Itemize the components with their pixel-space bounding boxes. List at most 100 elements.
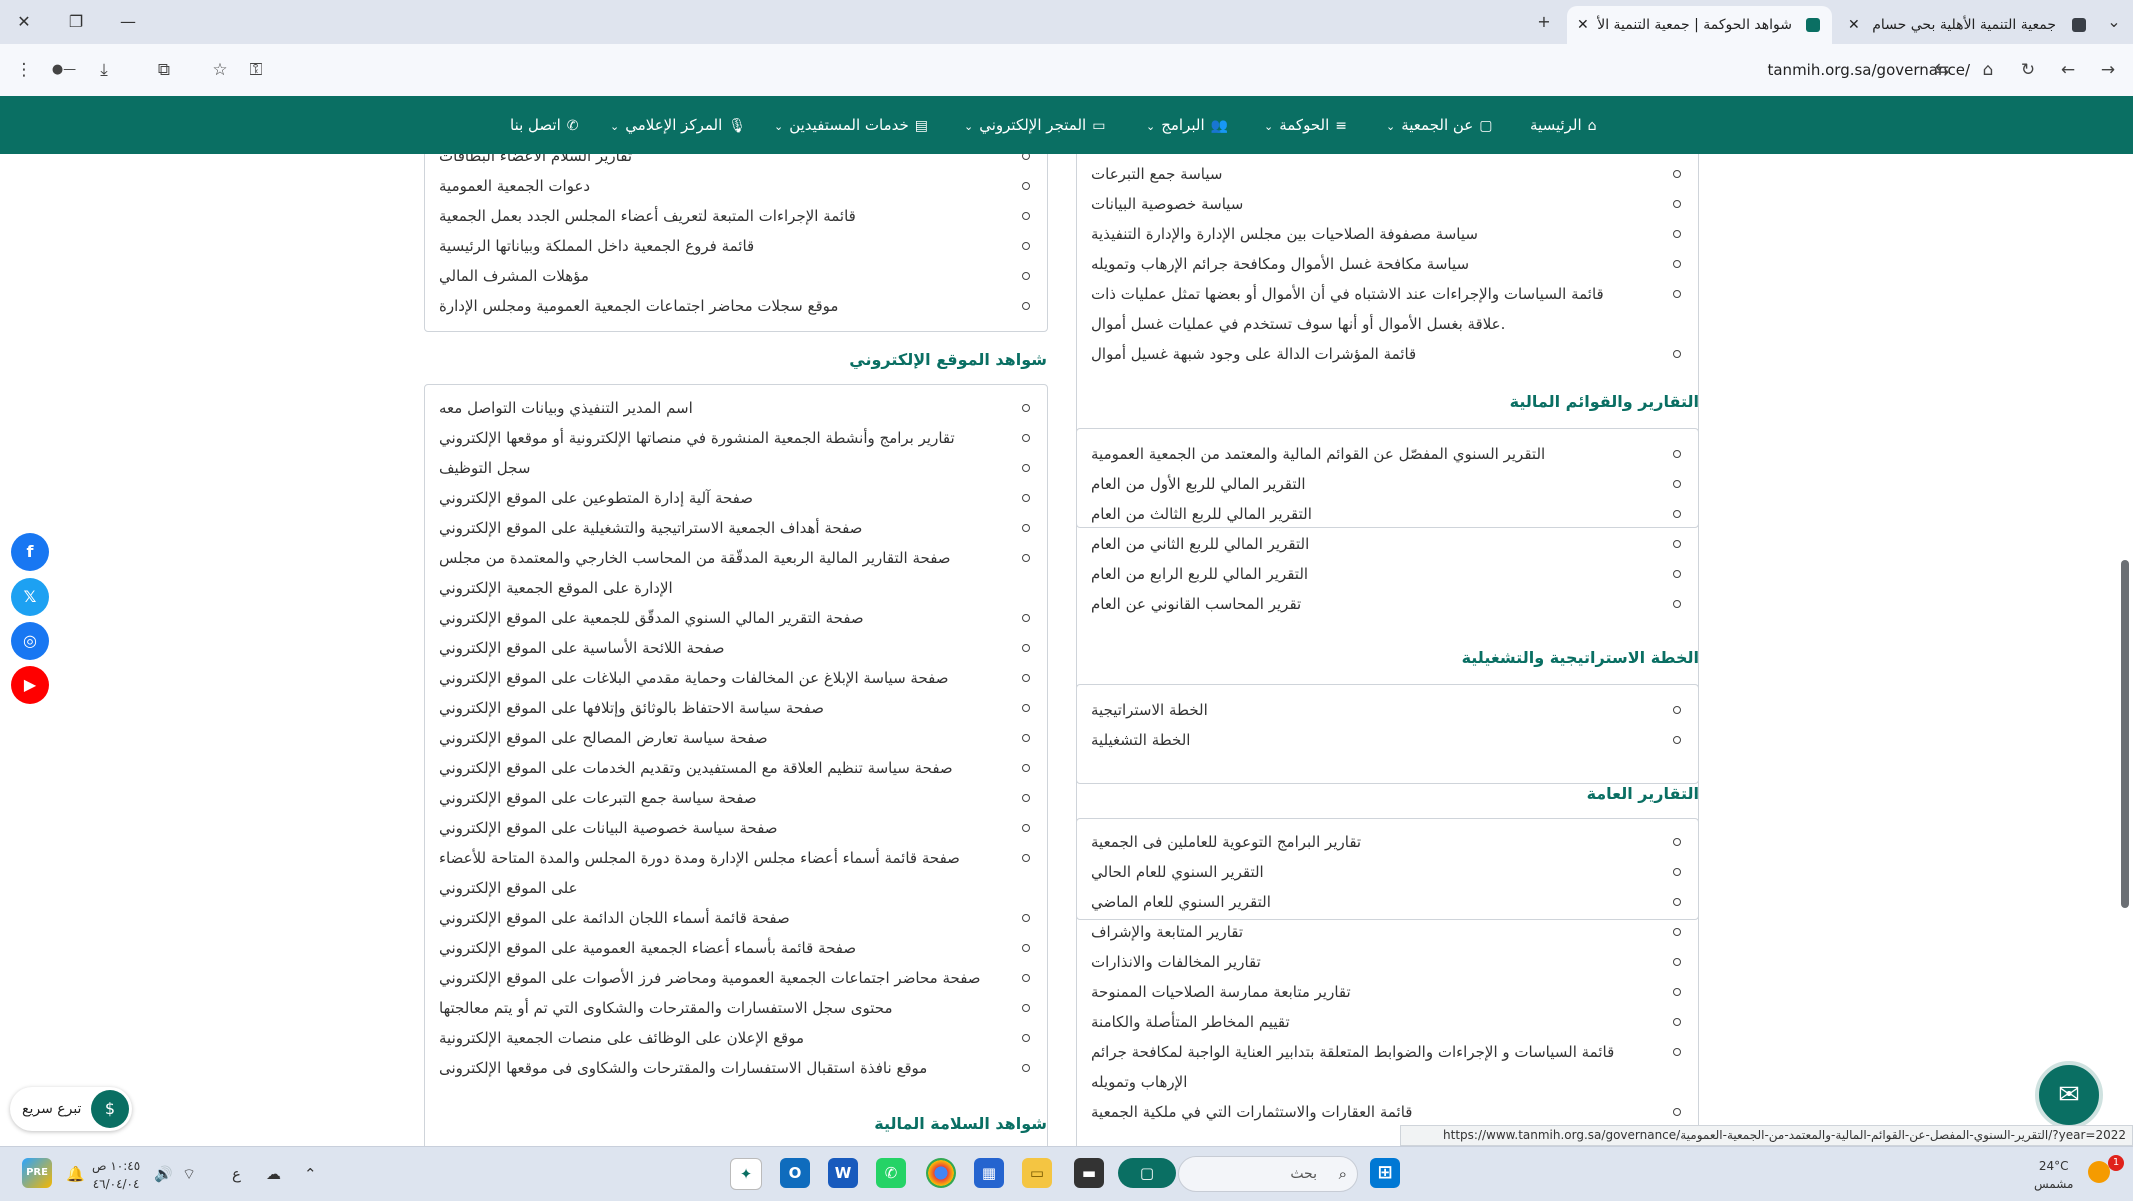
store-icon[interactable]: ▦ bbox=[974, 1158, 1004, 1188]
nav-home[interactable]: ⌂الرئيسية bbox=[1530, 96, 1597, 154]
menu-dots-icon[interactable]: ⋮ bbox=[8, 54, 40, 86]
list-item[interactable]: صفحة سياسة تنظيم العلاقة مع المستفيدين و… bbox=[425, 753, 1047, 783]
wifi-icon[interactable]: ⌔ bbox=[182, 1147, 196, 1201]
list-item-continuation[interactable]: علاقة بغسل الأموال أو أنها سوف تستخدم في… bbox=[1077, 309, 1698, 339]
list-item[interactable]: تقارير السلام الأعضاء البطاقات bbox=[425, 154, 1047, 171]
list-item[interactable]: تقرير المحاسب القانوني عن العام bbox=[1077, 589, 1698, 619]
nav-contact[interactable]: ✆اتصل بنا bbox=[510, 96, 578, 154]
list-item[interactable]: صفحة سياسة خصوصية البيانات على الموقع ال… bbox=[425, 813, 1047, 843]
list-item[interactable]: قائمة السياسات والإجراءات عند الاشتباه ف… bbox=[1077, 279, 1698, 309]
nav-about[interactable]: ▢عن الجمعية⌄ bbox=[1386, 96, 1493, 154]
instagram-icon[interactable]: ◎ bbox=[11, 622, 49, 660]
list-item[interactable]: التقرير المالي للربع الثاني من العام bbox=[1077, 529, 1698, 559]
tab-association[interactable]: ✕ جمعية التنمية الأهلية بحي حسام bbox=[1840, 6, 2100, 44]
close-tab-icon[interactable]: ✕ bbox=[1577, 6, 1589, 44]
list-item[interactable]: سياسة جمع التبرعات bbox=[1077, 159, 1698, 189]
list-item[interactable]: سياسة مصفوفة الصلاحيات بين مجلس الإدارة … bbox=[1077, 219, 1698, 249]
list-item[interactable]: صفحة أهداف الجمعية الاستراتيجية والتشغيل… bbox=[425, 513, 1047, 543]
list-item[interactable]: تقارير برامج وأنشطة الجمعية المنشورة في … bbox=[425, 423, 1047, 453]
chat-envelope-icon[interactable]: ✉ bbox=[2035, 1061, 2103, 1129]
list-item[interactable]: تقارير متابعة ممارسة الصلاحيات الممنوحة bbox=[1077, 977, 1698, 1007]
language-indicator[interactable]: ع bbox=[232, 1147, 241, 1201]
list-item[interactable]: الخطة الاستراتيجية bbox=[1077, 695, 1698, 725]
weather-widget[interactable]: 24°C مشمس bbox=[2034, 1157, 2073, 1193]
list-item[interactable]: التقرير المالي للربع الرابع من العام bbox=[1077, 559, 1698, 589]
list-item[interactable]: صفحة قائمة بأسماء أعضاء الجمعية العمومية… bbox=[425, 933, 1047, 963]
clock[interactable]: ١٠:٤٥ ص ٤٦/٠٤/٠٤ bbox=[92, 1157, 140, 1193]
list-item[interactable]: قائمة العقارات والاستثمارات التي في ملكي… bbox=[1077, 1097, 1698, 1127]
download-icon[interactable]: ⤓ bbox=[88, 54, 120, 86]
tab-search-icon[interactable]: ⌄ bbox=[2090, 0, 2133, 44]
file-explorer-icon[interactable]: ▭ bbox=[1022, 1158, 1052, 1188]
tray-chevron-up-icon[interactable]: ⌃ bbox=[304, 1147, 317, 1201]
list-item[interactable]: التقرير السنوي المفصّل عن القوائم المالي… bbox=[1077, 439, 1698, 469]
list-item[interactable]: صفحة التقارير المالية الربعية المدقّقة م… bbox=[425, 543, 1047, 573]
list-item[interactable]: التقرير المالي للربع الأول من العام bbox=[1077, 469, 1698, 499]
list-item-continuation[interactable]: على الموقع الإلكتروني bbox=[425, 873, 1047, 903]
close-tab-icon[interactable]: ✕ bbox=[1848, 6, 1860, 44]
list-item[interactable]: موقع سجلات محاضر اجتماعات الجمعية العموم… bbox=[425, 291, 1047, 321]
forward-icon[interactable]: → bbox=[2092, 54, 2124, 86]
tab-governance[interactable]: ✕ شواهد الحوكمة | جمعية التنمية الأ bbox=[1567, 6, 1832, 44]
list-item[interactable]: صفحة سياسة تعارض المصالح على الموقع الإل… bbox=[425, 723, 1047, 753]
list-item[interactable]: اسم المدير التنفيذي وبيانات التواصل معه bbox=[425, 393, 1047, 423]
list-item-continuation[interactable]: الإدارة على الموقع الجمعية الإلكتروني bbox=[425, 573, 1047, 603]
facebook-icon[interactable]: f bbox=[11, 533, 49, 571]
list-item[interactable]: التقرير السنوي للعام الماضي bbox=[1077, 887, 1698, 917]
x-twitter-icon[interactable]: 𝕏 bbox=[11, 578, 49, 616]
nav-programs[interactable]: 👥البرامج⌄ bbox=[1146, 96, 1228, 154]
list-item[interactable]: تقييم المخاطر المتأصلة والكامنة bbox=[1077, 1007, 1698, 1037]
list-item[interactable]: صفحة سياسة الإبلاغ عن المخالفات وحماية م… bbox=[425, 663, 1047, 693]
list-item[interactable]: صفحة سياسة الاحتفاظ بالوثائق وإتلافها عل… bbox=[425, 693, 1047, 723]
list-item[interactable]: سياسة مكافحة غسل الأموال ومكافحة جرائم ا… bbox=[1077, 249, 1698, 279]
back-icon[interactable]: ← bbox=[2052, 54, 2084, 86]
list-item[interactable]: تقارير المخالفات والانذارات bbox=[1077, 947, 1698, 977]
whatsapp-icon[interactable]: ✆ bbox=[876, 1158, 906, 1188]
active-app-icon[interactable]: ▢ bbox=[1118, 1158, 1176, 1188]
site-settings-icon[interactable]: ⇆ bbox=[1926, 54, 1958, 86]
close-window-icon[interactable]: ✕ bbox=[0, 0, 48, 44]
profile-icon[interactable]: ●— bbox=[48, 54, 80, 86]
list-item[interactable]: التقرير المالي للربع الثالث من العام bbox=[1077, 499, 1698, 529]
outlook-icon[interactable]: O bbox=[780, 1158, 810, 1188]
youtube-icon[interactable]: ▶ bbox=[11, 666, 49, 704]
nav-media-center[interactable]: 🎙المركز الإعلامي⌄ bbox=[610, 96, 746, 154]
page-scrollbar[interactable] bbox=[2121, 560, 2129, 908]
onedrive-cloud-icon[interactable]: ☁ bbox=[266, 1147, 281, 1201]
minimize-window-icon[interactable]: — bbox=[104, 0, 152, 44]
list-item[interactable]: صفحة محاضر اجتماعات الجمعية العمومية ومح… bbox=[425, 963, 1047, 993]
nav-governance[interactable]: ≡الحوكمة⌄ bbox=[1264, 96, 1347, 154]
list-item[interactable]: الخطة التشغيلية bbox=[1077, 725, 1698, 755]
notification-bell-icon[interactable]: 🔔 bbox=[66, 1147, 85, 1201]
list-item[interactable]: محتوى سجل الاستفسارات والمقترحات والشكاو… bbox=[425, 993, 1047, 1023]
nav-beneficiary-services[interactable]: ▤خدمات المستفيدين⌄ bbox=[774, 96, 928, 154]
new-tab-icon[interactable]: + bbox=[1520, 0, 1568, 44]
list-item[interactable]: موقع الإعلان على الوظائف على منصات الجمع… bbox=[425, 1023, 1047, 1053]
list-item[interactable]: قائمة فروع الجمعية داخل المملكة وبياناته… bbox=[425, 231, 1047, 261]
address-bar[interactable]: tanmih.org.sa/governance/ bbox=[230, 52, 1980, 88]
home-icon[interactable]: ⌂ bbox=[1972, 54, 2004, 86]
reload-icon[interactable]: ↻ bbox=[2012, 54, 2044, 86]
list-item[interactable]: قائمة السياسات و الإجراءات والضوابط المت… bbox=[1077, 1037, 1698, 1067]
widgets-icon[interactable]: PRE bbox=[22, 1158, 52, 1188]
list-item[interactable]: صفحة سياسة جمع التبرعات على الموقع الإلك… bbox=[425, 783, 1047, 813]
volume-icon[interactable]: 🔊 bbox=[154, 1147, 173, 1201]
list-item[interactable]: قائمة المؤشرات الدالة على وجود شبهة غسيل… bbox=[1077, 339, 1698, 369]
list-item[interactable]: صفحة قائمة أسماء أعضاء مجلس الإدارة ومدة… bbox=[425, 843, 1047, 873]
taskbar-search[interactable]: ⌕ بحث bbox=[1178, 1156, 1358, 1192]
list-item[interactable]: سياسة خصوصية البيانات bbox=[1077, 189, 1698, 219]
quick-donate-button[interactable]: تبرع سريع $ bbox=[10, 1087, 132, 1131]
list-item[interactable]: صفحة التقرير المالي السنوي المدقّق للجمع… bbox=[425, 603, 1047, 633]
list-item[interactable]: صفحة اللائحة الأساسية على الموقع الإلكتر… bbox=[425, 633, 1047, 663]
extensions-icon[interactable]: ⧉ bbox=[148, 54, 180, 86]
list-item[interactable]: صفحة آلية إدارة المتطوعين على الموقع الإ… bbox=[425, 483, 1047, 513]
list-item[interactable]: دعوات الجمعية العمومية bbox=[425, 171, 1047, 201]
list-item[interactable]: التقرير السنوي للعام الحالي bbox=[1077, 857, 1698, 887]
chrome-icon[interactable] bbox=[926, 1158, 956, 1188]
list-item-continuation[interactable]: الإرهاب وتمويله bbox=[1077, 1067, 1698, 1097]
list-item[interactable]: مؤهلات المشرف المالي bbox=[425, 261, 1047, 291]
list-item[interactable]: موقع نافذة استقبال الاستفسارات والمقترحا… bbox=[425, 1053, 1047, 1083]
list-item[interactable]: سجل التوظيف bbox=[425, 453, 1047, 483]
list-item[interactable]: تقارير البرامج التوعوية للعاملين فى الجم… bbox=[1077, 827, 1698, 857]
restore-window-icon[interactable]: ❐ bbox=[52, 0, 100, 44]
